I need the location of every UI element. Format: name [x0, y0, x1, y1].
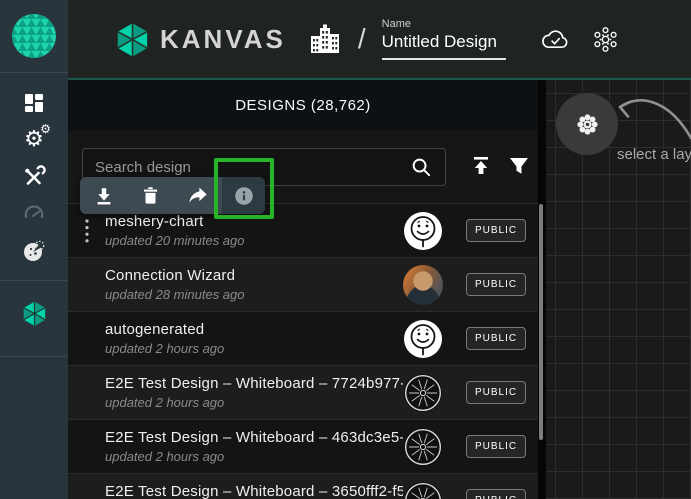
- visibility-badge: PUBLIC: [466, 327, 526, 350]
- smiley-avatar-icon: [403, 211, 443, 251]
- owner-avatar: [403, 427, 443, 467]
- design-title: autogenerated: [105, 321, 403, 338]
- design-list-item[interactable]: Connection Wizard updated 28 minutes ago…: [68, 257, 538, 311]
- info-icon: [233, 185, 255, 207]
- sidebar-item-dashboard[interactable]: [0, 84, 68, 121]
- visibility-badge: PUBLIC: [466, 489, 526, 499]
- toolkit-icon: [22, 165, 46, 189]
- sidebar-item-performance[interactable]: [0, 195, 68, 232]
- drag-handle-icon[interactable]: [84, 218, 90, 244]
- search-input[interactable]: [95, 159, 410, 176]
- design-updated: updated 2 hours ago: [105, 449, 403, 464]
- top-app-bar: KANVAS / Name: [68, 0, 691, 80]
- design-updated: updated 2 hours ago: [105, 395, 403, 410]
- catalog-chart-icon: [21, 238, 47, 264]
- design-info: meshery-chart updated 20 minutes ago: [105, 213, 403, 248]
- organization-building-icon[interactable]: [308, 23, 342, 55]
- design-name-label: Name: [382, 18, 506, 30]
- designs-panel-title: DESIGNS (28,762): [68, 80, 538, 130]
- design-title: Connection Wizard: [105, 267, 403, 284]
- design-title: E2E Test Design – Whiteboard – 3650fff2-…: [105, 483, 403, 499]
- sidebar-item-toolkit[interactable]: [0, 158, 68, 195]
- owner-avatar: [403, 481, 443, 499]
- topbar-actions: [540, 26, 619, 53]
- panel-gap: [538, 80, 546, 499]
- layer5-logo-icon: [9, 11, 59, 61]
- design-title: E2E Test Design – Whiteboard – 463dc3e5-: [105, 429, 403, 446]
- search-icon[interactable]: [410, 156, 433, 179]
- design-info: E2E Test Design – Whiteboard – 7724b977-…: [105, 375, 403, 410]
- rail-nav: ⚙⚙: [0, 73, 68, 357]
- delete-button[interactable]: [140, 185, 161, 206]
- toolbar-buttons: [80, 177, 222, 214]
- list-scrollbar[interactable]: [539, 204, 543, 440]
- info-button[interactable]: [222, 177, 265, 214]
- cloud-saved-icon[interactable]: [540, 27, 571, 51]
- visibility-badge: PUBLIC: [466, 435, 526, 458]
- selection-toolbar: [80, 177, 265, 214]
- design-info: E2E Test Design – Whiteboard – 463dc3e5-…: [105, 429, 403, 464]
- dashboard-icon: [22, 91, 46, 115]
- share-arrow-icon: [187, 185, 209, 207]
- design-list-item[interactable]: E2E Test Design – Whiteboard – 3650fff2-…: [68, 473, 538, 499]
- design-list-item[interactable]: E2E Test Design – Whiteboard – 463dc3e5-…: [68, 419, 538, 473]
- wheel-avatar-icon: [403, 373, 443, 413]
- layer-select-button[interactable]: [556, 93, 618, 155]
- visibility-badge: PUBLIC: [466, 219, 526, 242]
- visibility-badge: PUBLIC: [466, 273, 526, 296]
- owner-avatar: [403, 319, 443, 359]
- rail-divider: [0, 356, 68, 357]
- filter-funnel-icon[interactable]: [507, 154, 531, 178]
- mesh-environment-icon[interactable]: [592, 26, 619, 53]
- canvas-hint-text: select a lay: [617, 146, 691, 163]
- kanvas-brand: KANVAS: [114, 21, 286, 58]
- wheel-avatar-icon: [403, 427, 443, 467]
- design-list-item[interactable]: autogenerated updated 2 hours ago: [68, 311, 538, 365]
- owner-avatar: [403, 373, 443, 413]
- sidebar-item-kanvas[interactable]: [0, 281, 68, 345]
- breadcrumb-separator: /: [358, 23, 366, 55]
- owner-avatar: [403, 265, 443, 305]
- design-updated: updated 28 minutes ago: [105, 287, 403, 302]
- layer5-logo[interactable]: [0, 0, 68, 73]
- design-info: Connection Wizard updated 28 minutes ago: [105, 267, 403, 302]
- design-title: E2E Test Design – Whiteboard – 7724b977-…: [105, 375, 403, 392]
- performance-gauge-icon: [22, 202, 46, 226]
- owner-avatar: [403, 211, 443, 251]
- wheel-avatar-icon: [403, 481, 443, 499]
- designs-panel: DESIGNS (28,762): [68, 80, 538, 499]
- design-updated: updated 2 hours ago: [105, 341, 403, 356]
- settings-gears-icon: ⚙⚙: [24, 129, 44, 151]
- design-canvas[interactable]: select a lay: [546, 80, 691, 499]
- trash-icon: [140, 185, 161, 206]
- sidebar-item-catalog[interactable]: [0, 232, 68, 269]
- design-list-item[interactable]: E2E Test Design – Whiteboard – 7724b977-…: [68, 365, 538, 419]
- design-name-block: Name: [382, 18, 506, 60]
- design-info: E2E Test Design – Whiteboard – 3650fff2-…: [105, 483, 403, 499]
- design-title: meshery-chart: [105, 213, 403, 230]
- share-button[interactable]: [187, 185, 209, 207]
- design-list: meshery-chart updated 20 minutes ago: [68, 203, 538, 499]
- design-updated: updated 20 minutes ago: [105, 233, 403, 248]
- brand-wordmark: KANVAS: [160, 24, 286, 55]
- sidebar-item-settings[interactable]: ⚙⚙: [0, 121, 68, 158]
- kanvas-hexagon-icon: [21, 300, 48, 327]
- design-name-input[interactable]: [382, 32, 506, 60]
- import-upload-icon[interactable]: [469, 154, 493, 178]
- kanvas-app: ⚙⚙: [0, 0, 691, 499]
- flower-gear-icon: [574, 111, 601, 138]
- download-button[interactable]: [93, 185, 115, 207]
- design-info: autogenerated updated 2 hours ago: [105, 321, 403, 356]
- kanvas-hexagon-icon: [114, 21, 151, 58]
- smiley-avatar-icon: [403, 319, 443, 359]
- left-rail: ⚙⚙: [0, 0, 68, 499]
- download-icon: [93, 185, 115, 207]
- visibility-badge: PUBLIC: [466, 381, 526, 404]
